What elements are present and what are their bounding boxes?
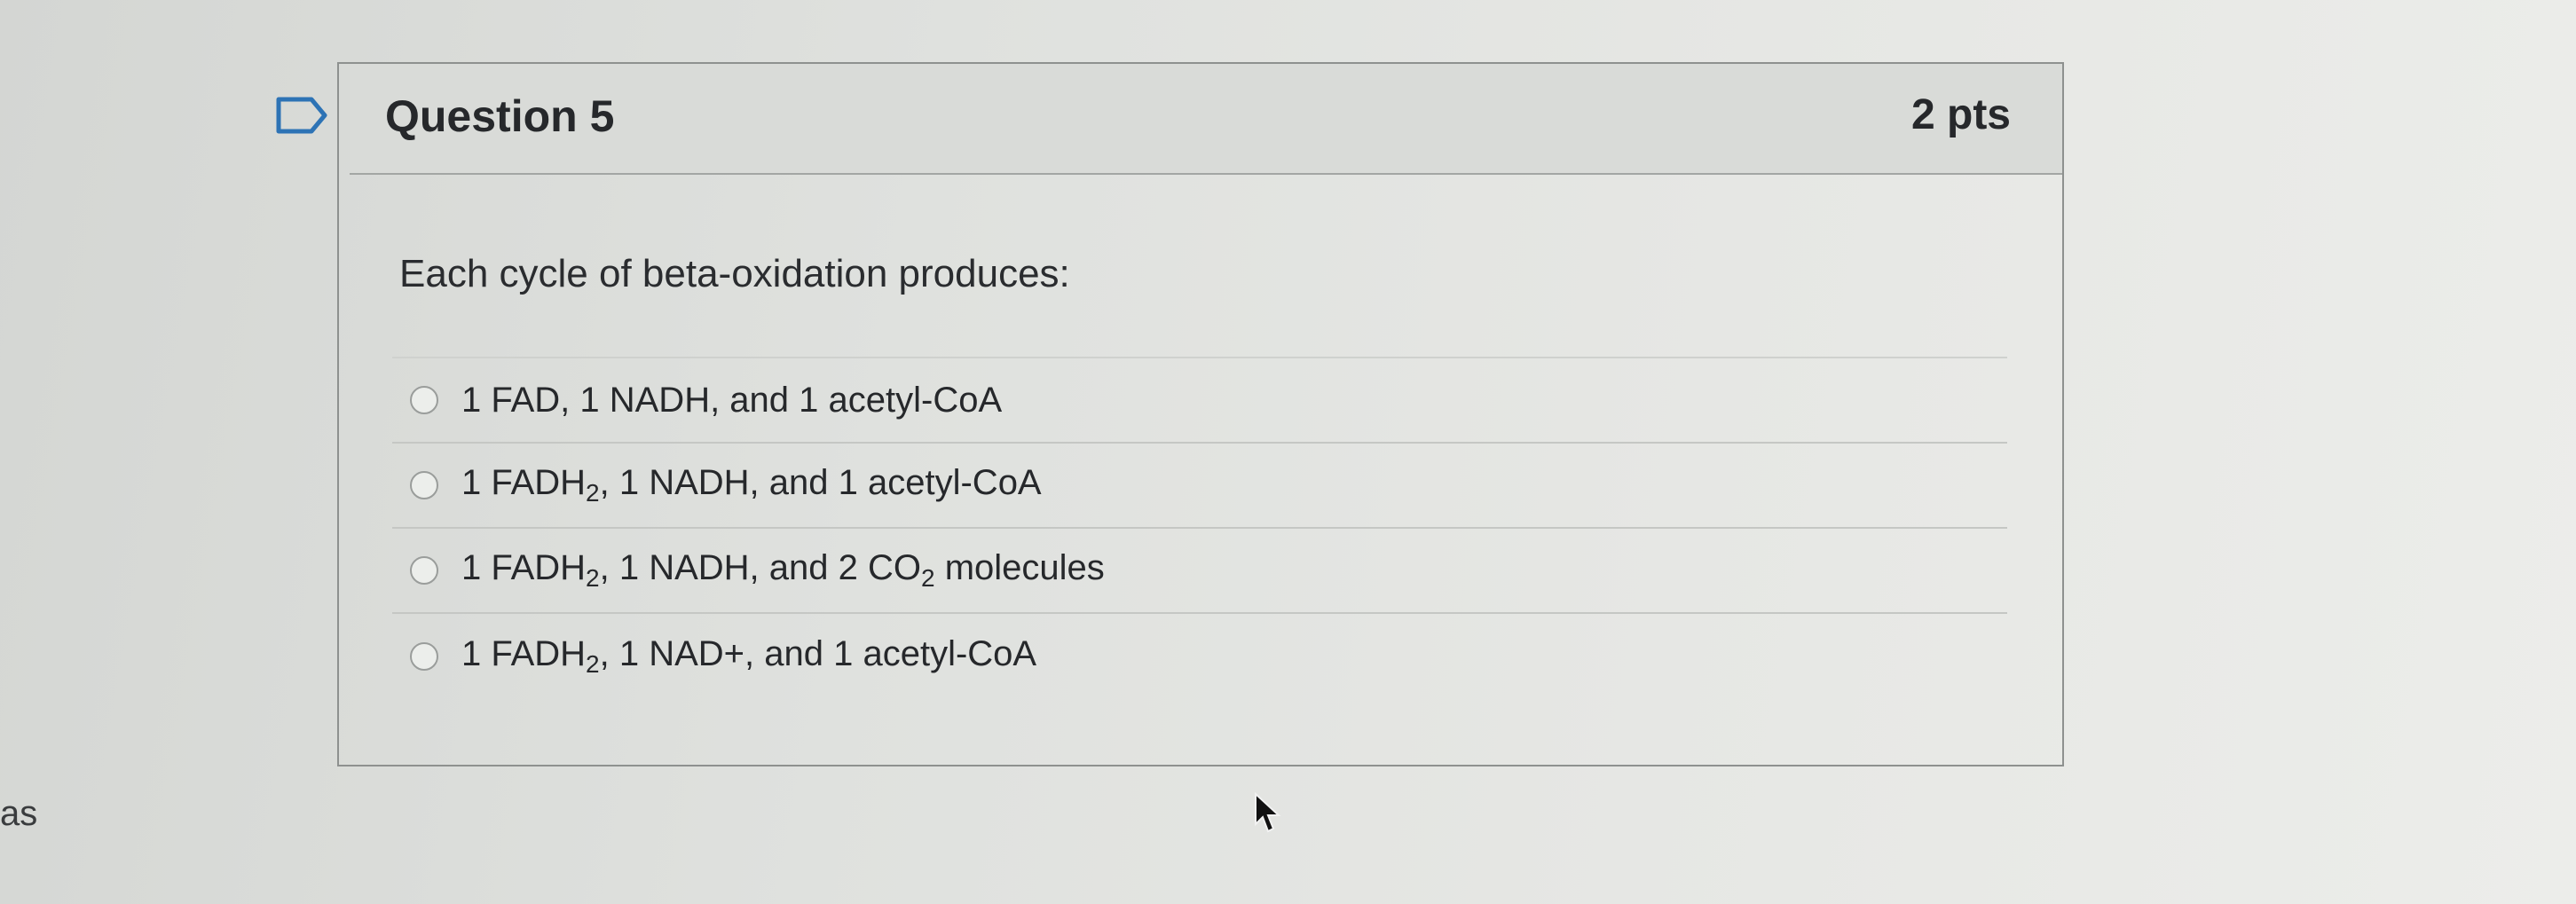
answer-option-3[interactable]: 1 FADH2, 1 NADH, and 2 CO2 molecules — [392, 529, 2007, 614]
answer-list: 1 FAD, 1 NADH, and 1 acetyl-CoA 1 FADH2,… — [392, 357, 2007, 699]
flag-outline-icon[interactable] — [276, 96, 327, 135]
mouse-pointer-icon — [1255, 792, 1281, 833]
answer-label: 1 FADH2, 1 NADH, and 2 CO2 molecules — [461, 548, 1105, 592]
question-header: Question 5 2 pts — [350, 64, 2062, 175]
question-points: 2 pts — [1910, 91, 2011, 138]
question-card: Question 5 2 pts Each cycle of beta-oxid… — [337, 62, 2064, 766]
answer-option-2[interactable]: 1 FADH2, 1 NADH, and 1 acetyl-CoA — [392, 444, 2007, 529]
radio-button[interactable] — [410, 386, 438, 414]
answer-option-1[interactable]: 1 FAD, 1 NADH, and 1 acetyl-CoA — [392, 358, 2007, 444]
question-title: Question 5 — [385, 91, 615, 141]
radio-button[interactable] — [410, 556, 438, 585]
answer-label: 1 FADH2, 1 NADH, and 1 acetyl-CoA — [461, 463, 1042, 507]
partial-page-text: as — [0, 794, 38, 833]
radio-button[interactable] — [410, 471, 438, 499]
question-prompt: Each cycle of beta-oxidation produces: — [399, 252, 1070, 295]
answer-label: 1 FAD, 1 NADH, and 1 acetyl-CoA — [461, 380, 1003, 420]
answer-label: 1 FADH2, 1 NAD+, and 1 acetyl-CoA — [461, 634, 1037, 678]
radio-button[interactable] — [410, 642, 438, 671]
answer-option-4[interactable]: 1 FADH2, 1 NAD+, and 1 acetyl-CoA — [392, 614, 2007, 699]
